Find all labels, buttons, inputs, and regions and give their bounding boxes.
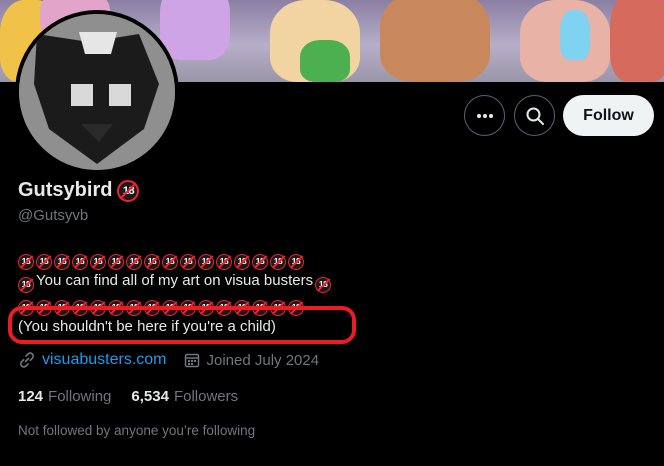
no-under-18-icon: 18 [54,253,70,270]
no-under-18-icon: 18 [288,299,304,316]
no-under-18-icon: 18 [108,253,124,270]
no-under-18-icon: 18 [108,299,124,316]
joined-date: Joined July 2024 [206,351,320,369]
no-under-18-icon: 18 [90,299,106,316]
more-icon [476,113,493,118]
more-button[interactable] [464,95,505,136]
avatar[interactable] [19,14,175,170]
no-under-18-icon: 18 [162,299,178,316]
followers-count: 6,534 [131,388,169,405]
no-under-18-icon: 18 [117,179,140,202]
no-under-18-icon: 18 [198,299,214,316]
no-under-18-icon: 18 [36,253,52,270]
avatar-frame[interactable] [15,10,179,174]
followers-label: Followers [173,388,239,405]
display-name: Gutsybird [18,179,113,201]
no-under-18-icon: 18 [315,276,332,293]
no-under-18-icon: 18 [144,253,160,270]
no-under-18-icon: 18 [198,253,214,270]
no-under-18-icon: 18 [234,253,250,270]
no-under-18-icon: 18 [180,299,196,316]
no-under-18-icon: 18 [36,299,52,316]
bio-line-badges-top: 18 18 18 18 18 18 18 18 18 18 18 18 18 18 18 18 [18,246,638,270]
profile-meta: visuabusters.com Joined July 2024 [18,351,319,369]
search-button[interactable] [514,95,555,136]
following-label: Following [48,388,112,405]
no-under-18-icon: 18 [252,253,268,270]
no-under-18-icon: 18 [288,253,304,270]
no-under-18-icon: 18 [144,299,160,316]
no-under-18-icon: 18 [252,299,268,316]
user-handle: @Gutsyvb [18,207,89,224]
no-under-18-icon: 18 [126,299,142,316]
no-under-18-icon: 18 [18,299,34,316]
calendar-icon [184,353,199,368]
no-under-18-icon: 18 [270,253,286,270]
not-followed-notice: Not followed by anyone you’re following [18,423,256,438]
no-under-18-icon: 18 [234,299,250,316]
name-row: Gutsybird 18 [18,179,141,202]
following-link[interactable]: 124 Following [18,388,111,405]
avatar-image [19,14,175,170]
follow-button[interactable]: Follow [563,95,654,136]
link-icon [20,352,34,368]
followers-link[interactable]: 6,534 Followers [131,388,238,405]
following-count: 124 [18,388,44,405]
no-under-18-icon: 18 [18,276,34,293]
no-under-18-icon: 18 [216,253,232,270]
no-under-18-icon: 18 [270,299,286,316]
no-under-18-icon: 18 [72,299,88,316]
website-link[interactable]: visuabusters.com [42,351,167,369]
follow-stats: 124 Following 6,534 Followers [18,388,238,405]
bio: 18 18 18 18 18 18 18 18 18 18 18 18 18 18 18 18 18 You c… [18,246,638,338]
no-under-18-icon: 18 [18,253,34,270]
no-under-18-icon: 18 [72,253,88,270]
no-under-18-icon: 18 [180,253,196,270]
bio-text: You can find all of my art on visua bust… [36,272,314,289]
no-under-18-icon: 18 [90,253,106,270]
bio-line-badges-bottom: 18 18 18 18 18 18 18 18 18 18 18 18 18 18 18 18 [18,292,638,316]
no-under-18-icon: 18 [216,299,232,316]
no-under-18-icon: 18 [126,253,142,270]
no-under-18-icon: 18 [54,299,70,316]
no-under-18-icon: 18 [162,253,178,270]
search-icon [526,107,544,125]
